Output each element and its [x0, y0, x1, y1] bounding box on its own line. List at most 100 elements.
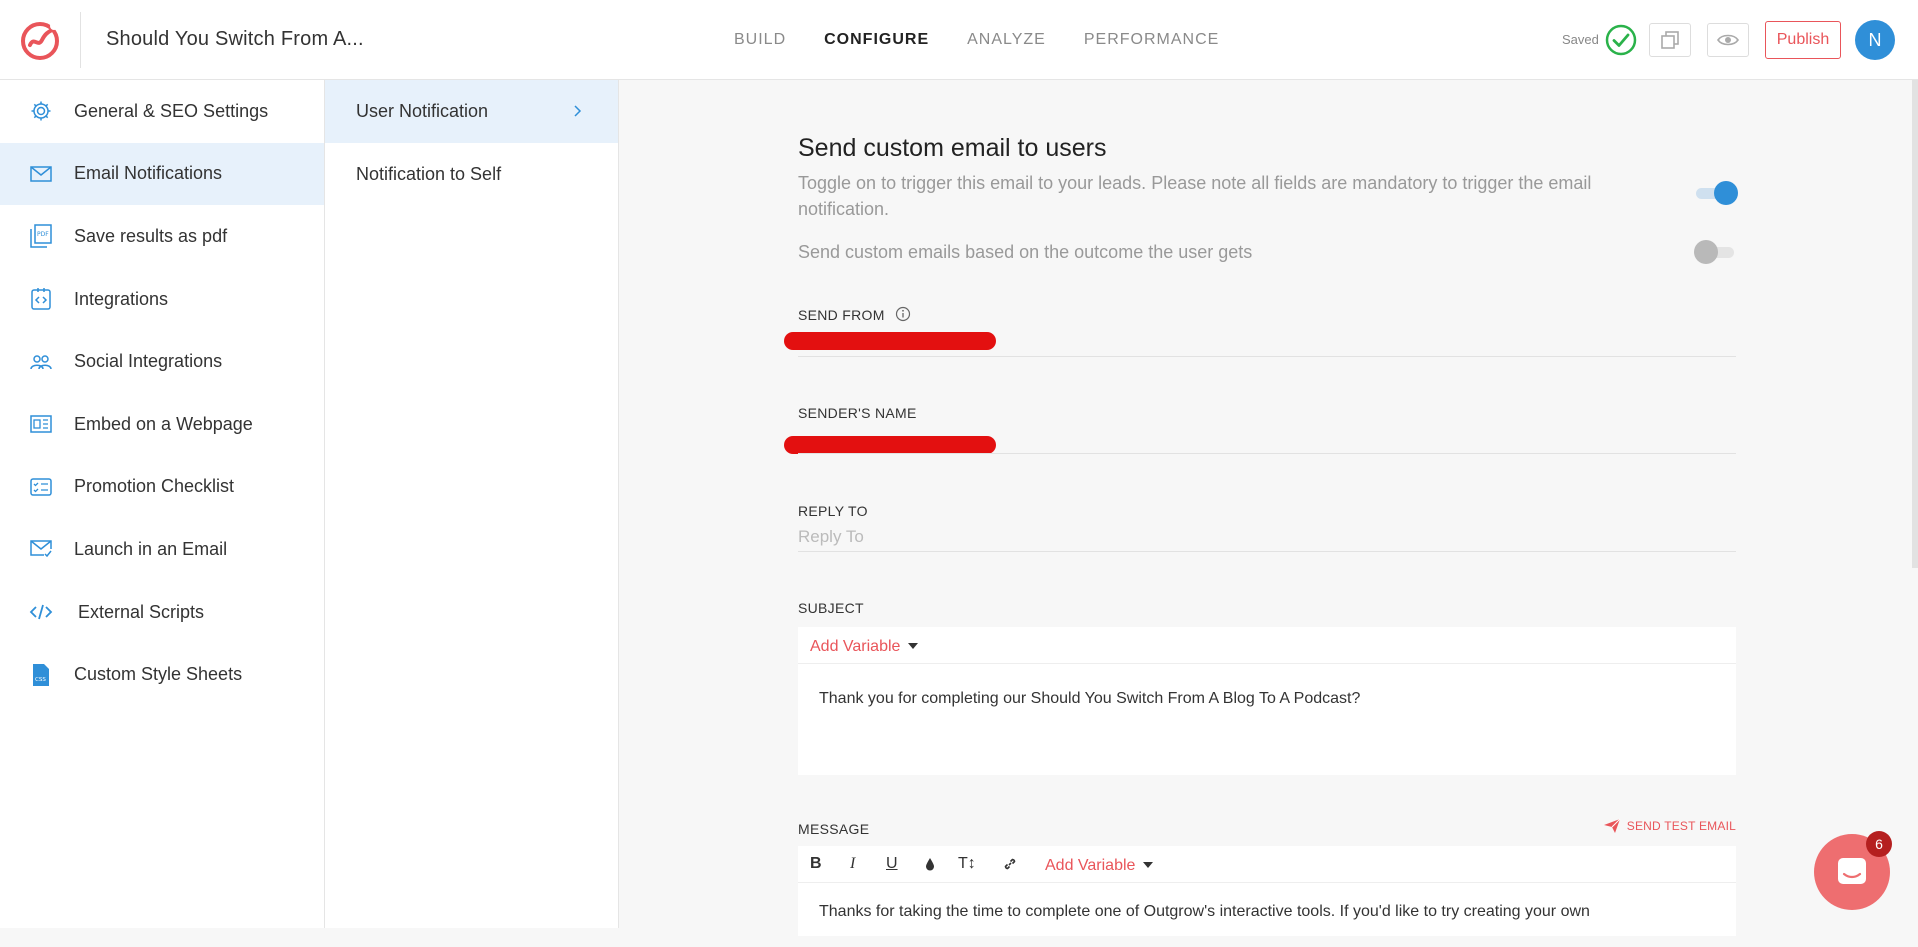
- main-nav: BUILD CONFIGURE ANALYZE PERFORMANCE: [734, 31, 1219, 49]
- sidebar-item-label: Custom Style Sheets: [74, 664, 243, 685]
- subnav-item-user-notification[interactable]: User Notification: [325, 80, 618, 143]
- sidebar-item-label: Promotion Checklist: [74, 476, 235, 497]
- add-variable-label: Add Variable: [810, 638, 901, 655]
- sidebar-item-label: General & SEO Settings: [74, 100, 269, 121]
- send-from-underline: [798, 356, 1736, 357]
- sidebar-item-launch-email[interactable]: Launch in an Email: [0, 518, 324, 581]
- sidebar-item-label: Launch in an Email: [74, 538, 228, 559]
- sidebar-item-custom-style-sheets[interactable]: CSS Custom Style Sheets: [0, 643, 324, 706]
- tab-configure[interactable]: CONFIGURE: [824, 31, 929, 49]
- message-add-variable-dropdown[interactable]: Add Variable: [1045, 857, 1154, 875]
- sidebar-item-label: Social Integrations: [74, 351, 223, 372]
- sidebar-item-label: Save results as pdf: [74, 225, 228, 246]
- user-avatar[interactable]: N: [1855, 20, 1895, 60]
- sender-name-underline: [798, 453, 1736, 454]
- document-title[interactable]: Should You Switch From A...: [106, 28, 364, 51]
- toggle-description: Toggle on to trigger this email to your …: [798, 173, 1592, 219]
- subject-toolbar: Add Variable: [798, 627, 1736, 664]
- sidebar-item-label: Embed on a Webpage: [74, 413, 253, 434]
- people-icon: [28, 349, 54, 375]
- text-color-button[interactable]: [924, 857, 936, 876]
- chat-icon: [1838, 858, 1866, 884]
- send-from-label: SEND FROM: [798, 306, 911, 323]
- subject-add-variable-dropdown[interactable]: Add Variable: [810, 638, 919, 656]
- message-text[interactable]: Thanks for taking the time to complete o…: [798, 883, 1736, 947]
- italic-button[interactable]: I: [850, 855, 855, 873]
- top-bar: Should You Switch From A... BUILD CONFIG…: [0, 0, 1918, 80]
- font-size-button[interactable]: T↕: [958, 855, 976, 873]
- send-from-label-text: SEND FROM: [798, 307, 885, 323]
- duplicate-icon: [1661, 31, 1679, 49]
- info-icon[interactable]: [895, 306, 911, 322]
- header-divider: [80, 12, 81, 68]
- saved-status-label: Saved: [1562, 32, 1599, 47]
- reply-to-label: REPLY TO: [798, 503, 868, 519]
- sidebar-item-label: Integrations: [74, 288, 169, 309]
- chevron-right-icon: [574, 105, 582, 117]
- email-launch-icon: [28, 536, 54, 562]
- sidebar-item-general-seo[interactable]: General & SEO Settings: [0, 80, 324, 143]
- reply-to-underline: [798, 551, 1736, 552]
- redaction-mark: [784, 332, 996, 350]
- subject-label: SUBJECT: [798, 600, 864, 616]
- link-icon: [1004, 858, 1016, 870]
- subnav-item-notification-to-self[interactable]: Notification to Self: [325, 143, 618, 206]
- sidebar-item-label: External Scripts: [78, 601, 205, 622]
- send-test-email-button[interactable]: SEND TEST EMAIL: [1603, 818, 1736, 834]
- send-email-toggle[interactable]: [1694, 181, 1738, 205]
- sender-name-label: SENDER'S NAME: [798, 405, 917, 421]
- saved-check-icon: [1605, 24, 1637, 56]
- sidebar-item-embed-webpage[interactable]: Embed on a Webpage: [0, 393, 324, 456]
- reply-to-input[interactable]: Reply To: [798, 527, 864, 547]
- svg-text:CSS: CSS: [35, 677, 46, 683]
- duplicate-button[interactable]: [1649, 23, 1691, 57]
- message-label: MESSAGE: [798, 821, 870, 837]
- toggle-knob: [1694, 240, 1718, 264]
- caret-down-icon: [908, 643, 919, 649]
- subnav-item-label: Notification to Self: [356, 164, 502, 184]
- sidebar-item-social-integrations[interactable]: Social Integrations: [0, 330, 324, 393]
- tab-build[interactable]: BUILD: [734, 31, 786, 49]
- caret-down-icon: [1143, 862, 1154, 868]
- sidebar-item-promotion-checklist[interactable]: Promotion Checklist: [0, 456, 324, 519]
- subnav-item-label: User Notification: [356, 101, 489, 121]
- message-editor[interactable]: B I U T↕ Add Variable Thanks for taking …: [798, 846, 1736, 936]
- tab-analyze[interactable]: ANALYZE: [967, 31, 1046, 49]
- paper-plane-icon: [1603, 818, 1621, 833]
- add-variable-label: Add Variable: [1045, 857, 1136, 874]
- preview-button[interactable]: [1707, 23, 1749, 57]
- pdf-icon: PDF: [28, 223, 54, 249]
- bold-button[interactable]: B: [810, 855, 822, 873]
- sidebar-item-email-notifications[interactable]: Email Notifications: [0, 142, 324, 206]
- settings-sidebar: General & SEO Settings Email Notificatio…: [0, 80, 325, 928]
- gear-icon: [28, 98, 54, 124]
- scrollbar[interactable]: [1912, 80, 1918, 568]
- page-title: Send custom email to users: [798, 134, 1107, 162]
- notification-subnav: User Notification Notification to Self: [325, 80, 619, 928]
- sidebar-item-external-scripts[interactable]: External Scripts: [0, 581, 324, 644]
- sidebar-item-save-pdf[interactable]: PDF Save results as pdf: [0, 205, 324, 268]
- svg-text:PDF: PDF: [37, 231, 49, 238]
- outcome-toggle-label: Send custom emails based on the outcome …: [798, 242, 1253, 262]
- insert-link-button[interactable]: [1002, 856, 1018, 877]
- envelope-icon: [28, 161, 54, 187]
- chat-unread-badge: 6: [1866, 831, 1892, 857]
- integrations-icon: [28, 286, 54, 312]
- eye-icon: [1717, 34, 1739, 46]
- tab-performance[interactable]: PERFORMANCE: [1084, 31, 1219, 49]
- redaction-mark: [784, 436, 996, 454]
- checklist-icon: [28, 474, 54, 500]
- send-test-label: SEND TEST EMAIL: [1626, 819, 1736, 833]
- message-toolbar: B I U T↕ Add Variable: [798, 846, 1736, 883]
- outcome-emails-toggle[interactable]: [1694, 240, 1736, 264]
- ink-drop-icon: [926, 858, 934, 871]
- code-icon: [28, 599, 54, 625]
- sidebar-item-integrations[interactable]: Integrations: [0, 268, 324, 331]
- css-file-icon: CSS: [28, 662, 54, 688]
- subject-text[interactable]: Thank you for completing our Should You …: [798, 664, 1736, 734]
- outgrow-logo-icon[interactable]: [18, 18, 62, 62]
- toggle-knob: [1714, 181, 1738, 205]
- subject-editor[interactable]: Add Variable Thank you for completing ou…: [798, 627, 1736, 775]
- publish-button[interactable]: Publish: [1765, 21, 1841, 59]
- underline-button[interactable]: U: [886, 855, 898, 873]
